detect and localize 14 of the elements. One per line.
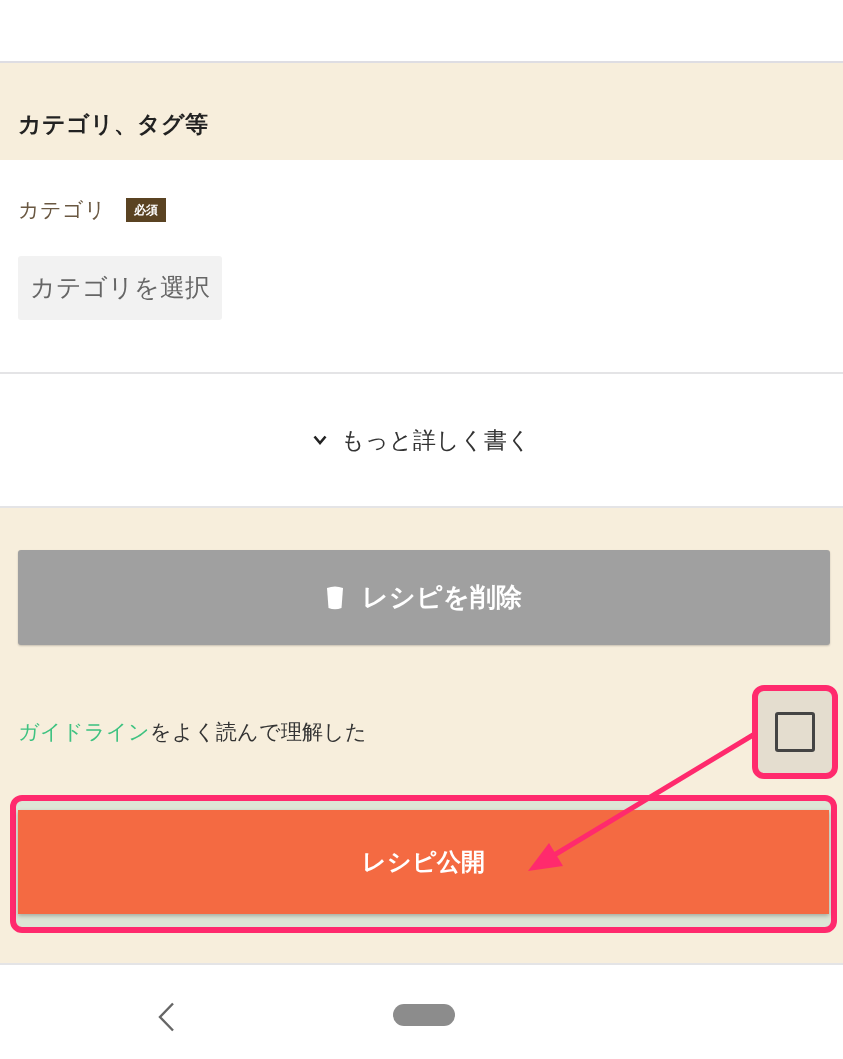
guideline-link[interactable]: ガイドライン	[18, 720, 150, 744]
field-label: カテゴリ	[18, 197, 106, 224]
expand-toggle[interactable]: もっと詳しく書く	[304, 418, 539, 462]
trash-icon	[326, 585, 344, 610]
chevron-down-icon	[312, 435, 327, 445]
delete-recipe-button[interactable]: レシピを削除	[18, 550, 830, 645]
section-title: カテゴリ、タグ等	[18, 110, 208, 139]
guideline-agreement-text: ガイドライン をよく読んで理解した	[18, 719, 367, 746]
required-badge: 必須	[126, 198, 166, 222]
agreement-checkbox[interactable]	[775, 712, 815, 752]
home-pill-icon[interactable]	[393, 1004, 455, 1026]
publish-recipe-button[interactable]: レシピ公開	[18, 810, 829, 914]
category-select-button[interactable]: カテゴリを選択	[18, 256, 222, 320]
back-icon[interactable]	[157, 1002, 175, 1032]
